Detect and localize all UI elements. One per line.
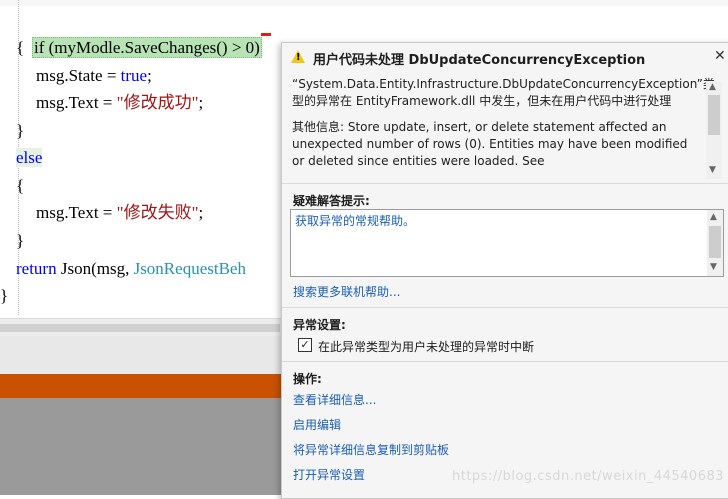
code-line-open-brace[interactable]: { [16,34,24,62]
actions-title: 操作: [293,372,322,386]
string-fail: "修改失败" [116,203,199,222]
scrollbar-thumb[interactable] [708,95,720,135]
scroll-down-icon[interactable]: ▼ [709,165,716,175]
code-line-close-brace-2[interactable]: } [16,227,24,255]
code-line-text-success[interactable]: msg.Text = "修改成功"; [36,89,203,117]
additional-info: 其他信息: Store update, insert, or delete st… [292,120,688,168]
scroll-down-icon[interactable]: ▼ [710,262,717,272]
troubleshooting-title: 疑难解答提示: [293,194,370,208]
view-details-link[interactable]: 查看详细信息... [293,391,376,408]
copy-details-link[interactable]: 将异常详细信息复制到剪贴板 [293,441,449,458]
exception-settings-title: 异常设置: [293,318,346,332]
divider [282,307,728,308]
popup-title: 用户代码未处理 DbUpdateConcurrencyException [313,53,646,68]
error-squiggle [261,33,271,36]
string-success: "修改成功" [116,93,199,112]
code-line-if[interactable]: if (myModle.SaveChanges() > 0) [15,6,262,58]
warning-exclamation-glyph: ! [296,52,301,63]
code-line-final-brace[interactable]: } [0,282,8,310]
break-checkbox-label[interactable]: 在此异常类型为用户未处理的异常时中断 [318,338,534,355]
scrollbar-thumb[interactable] [709,226,721,258]
troubleshooting-box: 获取异常的常规帮助。 ▲ ▼ [290,209,724,277]
open-exception-settings-link[interactable]: 打开异常设置 [293,466,365,483]
close-icon[interactable]: ✕ [714,48,726,64]
message-scrollbar[interactable]: ▲ ▼ [706,81,722,179]
keyword-else: else [16,148,43,167]
code-line-state[interactable]: msg.State = true; [36,62,152,90]
exception-message-area: “System.Data.Entity.Infrastructure.DbUpd… [292,76,715,170]
watermark: https://blog.csdn.net/weixin_44540683 [452,469,725,484]
code-line-return[interactable]: return Json(msg, JsonRequestBeh [16,255,246,283]
divider [282,183,728,184]
keyword-return: return [16,259,57,278]
scrollbar-thumb[interactable] [0,324,280,332]
exception-message: “System.Data.Entity.Infrastructure.DbUpd… [292,77,715,108]
code-line-open-brace-2[interactable]: { [16,172,24,200]
editor-horizontal-scrollbar[interactable] [0,318,290,337]
search-online-help-link[interactable]: 搜索更多联机帮助... [293,283,400,300]
scroll-up-icon[interactable]: ▲ [709,82,716,92]
scroll-up-icon[interactable]: ▲ [710,212,717,222]
code-line-else[interactable]: else [16,144,43,172]
keyword-true: true [120,66,148,85]
divider [282,361,728,362]
code-line-text-fail[interactable]: msg.Text = "修改失败"; [36,199,203,227]
general-help-link[interactable]: 获取异常的常规帮助。 [295,212,415,229]
code-line-close-brace[interactable]: } [16,117,24,145]
troubleshooting-scrollbar[interactable]: ▲ ▼ [707,210,723,276]
current-statement-highlight: if (myModle.SaveChanges() > 0) [32,37,262,58]
checkbox-checked-icon[interactable]: ✓ [298,338,312,352]
enable-editing-link[interactable]: 启用编辑 [293,416,341,433]
exception-helper-popup: ! 用户代码未处理 DbUpdateConcurrencyException ✕… [281,42,728,499]
type-json-request-behavior: JsonRequestBeh [133,259,246,278]
